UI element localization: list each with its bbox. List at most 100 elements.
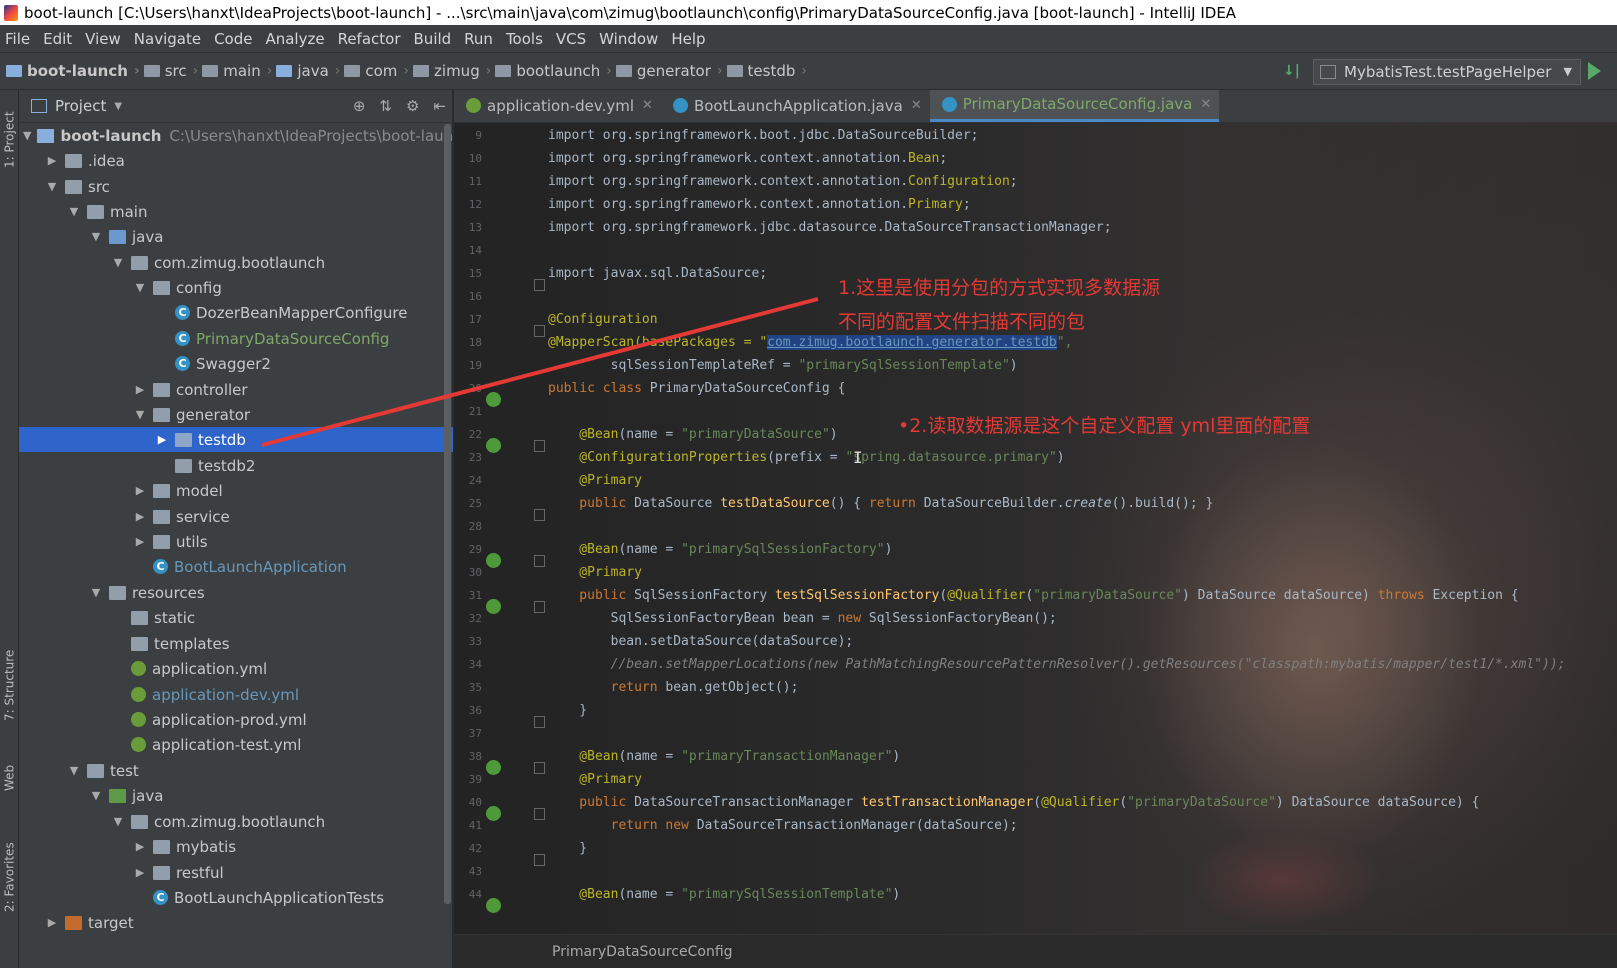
crumb-main[interactable]: main › [202, 62, 272, 80]
menu-file[interactable]: File [0, 30, 38, 48]
tree-node-test-java[interactable]: ▼ java [19, 783, 453, 808]
menu-window[interactable]: Window [594, 30, 666, 48]
collapse-arrow-icon[interactable]: ▶ [133, 866, 147, 879]
spring-bean-gutter-icon[interactable] [486, 897, 501, 913]
tree-node-static[interactable]: static [19, 605, 453, 630]
collapse-arrow-icon[interactable]: ▶ [133, 535, 147, 548]
tree-node-generator[interactable]: ▼ generator [19, 402, 453, 427]
crumb-zimug[interactable]: zimug › [413, 62, 491, 80]
close-icon[interactable]: ✕ [911, 98, 922, 113]
tree-node-templates[interactable]: templates [19, 631, 453, 656]
tree-node-primary-datasource-config[interactable]: C PrimaryDataSourceConfig [19, 326, 453, 351]
crumb-testdb[interactable]: testdb › [726, 62, 807, 80]
project-view-select[interactable]: Project [55, 97, 106, 115]
scrollbar-thumb[interactable] [444, 124, 451, 904]
menu-vcs[interactable]: VCS [551, 30, 594, 48]
collapse-arrow-icon[interactable]: ▶ [133, 840, 147, 853]
hide-panel-icon[interactable]: ⇤ [433, 97, 446, 115]
locate-icon[interactable]: ⊕ [353, 97, 366, 115]
tree-node-utils[interactable]: ▶ utils [19, 529, 453, 554]
close-icon[interactable]: ✕ [642, 98, 653, 113]
tree-node-target[interactable]: ▶ target [19, 910, 453, 935]
crumb-bootlaunch[interactable]: bootlaunch › [495, 62, 612, 80]
menu-edit[interactable]: Edit [38, 30, 80, 48]
expand-arrow-icon[interactable]: ▼ [89, 586, 103, 599]
menu-run[interactable]: Run [459, 30, 501, 48]
tool-tab-project[interactable]: 1: Project [1, 100, 18, 180]
tree-node-testdb2[interactable]: testdb2 [19, 453, 453, 478]
chevron-down-icon[interactable]: ▼ [114, 101, 122, 112]
tree-node-config[interactable]: ▼ config [19, 275, 453, 300]
tree-node-test-package[interactable]: ▼ com.zimug.bootlaunch [19, 809, 453, 834]
tree-node-main[interactable]: ▼ main [19, 199, 453, 224]
collapse-arrow-icon[interactable]: ▶ [45, 916, 59, 929]
collapse-arrow-icon[interactable]: ▶ [133, 510, 147, 523]
menu-build[interactable]: Build [409, 30, 460, 48]
collapse-arrow-icon[interactable]: ▶ [133, 383, 147, 396]
crumb-java[interactable]: java › [276, 62, 340, 80]
crumb-generator[interactable]: generator › [615, 62, 723, 80]
tree-node-restful[interactable]: ▶ restful [19, 860, 453, 885]
crumb-boot-launch[interactable]: boot-launch › [6, 62, 140, 80]
expand-arrow-icon[interactable]: ▼ [23, 129, 31, 142]
collapse-all-icon[interactable]: ⇅ [379, 97, 392, 115]
chevron-right-icon: › [192, 63, 199, 79]
tree-node-application-test-yml[interactable]: application-test.yml [19, 732, 453, 757]
menu-help[interactable]: Help [666, 30, 713, 48]
menu-refactor[interactable]: Refactor [333, 30, 409, 48]
collapse-arrow-icon[interactable]: ▶ [155, 433, 169, 446]
expand-arrow-icon[interactable]: ▼ [45, 180, 59, 193]
tree-node-swagger2[interactable]: C Swagger2 [19, 351, 453, 376]
vcs-update-icon[interactable]: ↓| [1283, 63, 1300, 79]
collapse-arrow-icon[interactable]: ▶ [133, 484, 147, 497]
expand-arrow-icon[interactable]: ▼ [89, 789, 103, 802]
tool-tab-favorites[interactable]: 2: Favorites [1, 832, 18, 922]
tool-tab-web[interactable]: Web [1, 758, 18, 798]
menu-code[interactable]: Code [209, 30, 260, 48]
tree-node-dozer[interactable]: C DozerBeanMapperConfigure [19, 300, 453, 325]
menu-view[interactable]: View [80, 30, 129, 48]
tab-primary-datasource-config[interactable]: PrimaryDataSourceConfig.java ✕ [929, 90, 1220, 122]
tool-tab-structure[interactable]: 7: Structure [1, 635, 18, 735]
menu-analyze[interactable]: Analyze [260, 30, 332, 48]
node-label: java [132, 227, 164, 246]
editor-breadcrumb[interactable]: PrimaryDataSourceConfig [454, 934, 1617, 968]
tree-node-src[interactable]: ▼ src [19, 174, 453, 199]
expand-arrow-icon[interactable]: ▼ [111, 256, 125, 269]
collapse-arrow-icon[interactable]: ▶ [45, 154, 59, 167]
expand-arrow-icon[interactable]: ▼ [133, 408, 147, 421]
tree-node-test[interactable]: ▼ test [19, 758, 453, 783]
tree-node-java[interactable]: ▼ java [19, 224, 453, 249]
expand-arrow-icon[interactable]: ▼ [67, 764, 81, 777]
tree-node-idea[interactable]: ▶ .idea [19, 148, 453, 173]
code-editor[interactable]: 9 import org.springframework.boot.jdbc.Da… [454, 124, 1617, 934]
tree-node-application-prod-yml[interactable]: application-prod.yml [19, 707, 453, 732]
tab-bootlaunchapplication[interactable]: BootLaunchApplication.java ✕ [661, 90, 930, 122]
tree-node-service[interactable]: ▶ service [19, 504, 453, 529]
expand-arrow-icon[interactable]: ▼ [67, 205, 81, 218]
expand-arrow-icon[interactable]: ▼ [111, 815, 125, 828]
gear-icon[interactable]: ⚙ [406, 97, 419, 115]
tree-node-mybatis[interactable]: ▶ mybatis [19, 834, 453, 859]
run-configuration-select[interactable]: MybatisTest.testPageHelper ▼ [1313, 59, 1581, 85]
crumb-com[interactable]: com › [344, 62, 409, 80]
tree-node-model[interactable]: ▶ model [19, 478, 453, 503]
tree-node-application-dev-yml[interactable]: application-dev.yml [19, 682, 453, 707]
close-icon[interactable]: ✕ [1200, 97, 1211, 112]
menu-tools[interactable]: Tools [501, 30, 551, 48]
crumb-src[interactable]: src › [143, 62, 199, 80]
tree-node-controller[interactable]: ▶ controller [19, 377, 453, 402]
tree-node-resources[interactable]: ▼ resources [19, 580, 453, 605]
expand-arrow-icon[interactable]: ▼ [133, 281, 147, 294]
tree-node-testdb[interactable]: ▶ testdb [19, 427, 453, 452]
tree-node-boot-launch[interactable]: ▼ boot-launch C:\Users\hanxt\IdeaProjects\… [19, 123, 471, 148]
menu-navigate[interactable]: Navigate [129, 30, 209, 48]
tab-application-dev-yml[interactable]: application-dev.yml ✕ [454, 90, 661, 122]
tree-node-bootlaunchapplication[interactable]: C BootLaunchApplication [19, 554, 453, 579]
tree-node-application-yml[interactable]: application.yml [19, 656, 453, 681]
expand-arrow-icon[interactable]: ▼ [89, 230, 103, 243]
tree-node-package[interactable]: ▼ com.zimug.bootlaunch [19, 250, 453, 275]
tree-node-tests-class[interactable]: C BootLaunchApplicationTests [19, 885, 453, 910]
run-icon[interactable] [1588, 62, 1601, 80]
project-scrollbar[interactable] [442, 124, 452, 914]
